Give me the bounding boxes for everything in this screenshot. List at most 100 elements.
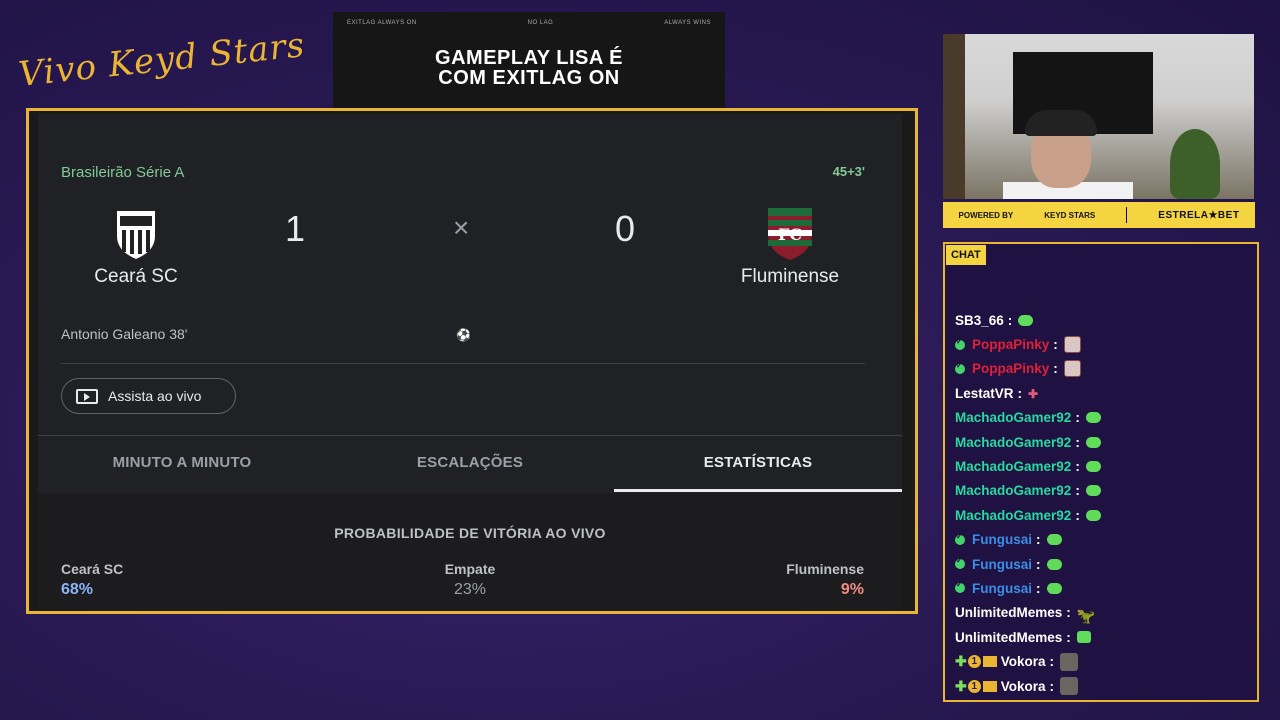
chat-username[interactable]: UnlimitedMemes: [955, 630, 1062, 645]
chat-username[interactable]: UnlimitedMemes: [955, 605, 1062, 620]
score-separator: ×: [453, 212, 470, 243]
chat-message: UnlimitedMemes:: [955, 625, 1250, 649]
tab-estatisticas[interactable]: ESTATÍSTICAS: [614, 436, 902, 492]
away-team-name[interactable]: Fluminense: [710, 266, 870, 288]
ad-title-line2: COM EXITLAG ON: [438, 67, 620, 89]
fluminense-crest-icon[interactable]: FC: [760, 202, 820, 262]
sponsor-bar: POWERED BY KEYD STARS ESTRELA★BET: [943, 202, 1255, 228]
chat-emote-icon: [1085, 436, 1101, 448]
chat-username[interactable]: Fungusai: [972, 581, 1032, 596]
cam-person-cap: [1025, 110, 1097, 136]
ad-tagline-right: ALWAYS WINS: [664, 20, 711, 26]
chat-message: LestatVR: ✚: [955, 381, 1250, 405]
match-tabs: MINUTO A MINUTO ESCALAÇÕES ESTATÍSTICAS: [38, 435, 902, 492]
competition-name[interactable]: Brasileirão Série A: [61, 164, 184, 181]
ad-tagline-middle: NO LAG: [527, 20, 554, 26]
divider: [61, 363, 865, 364]
chat-username[interactable]: Vokora: [1001, 654, 1046, 669]
chat-separator: :: [1066, 605, 1071, 621]
match-time: 45+3': [832, 164, 865, 179]
cam-plant: [1170, 129, 1220, 199]
chat-message: Fungusai:: [955, 576, 1250, 600]
chat-separator: :: [1075, 410, 1080, 426]
verified-check-icon: [955, 361, 965, 374]
exitlag-ad-banner: EXITLAG ALWAYS ON NO LAG ALWAYS WINS GAM…: [333, 12, 725, 108]
chat-label: CHAT: [946, 245, 986, 265]
chat-username[interactable]: MachadoGamer92: [955, 483, 1071, 498]
tab-minuto-a-minuto[interactable]: MINUTO A MINUTO: [38, 436, 326, 492]
webcam-feed: [943, 34, 1254, 199]
chat-username[interactable]: SB3_66: [955, 313, 1004, 328]
ceara-crest-icon[interactable]: [106, 202, 166, 262]
keyd-stars-signature: Vivo Keyd Stars: [16, 25, 307, 95]
chat-message: MachadoGamer92:: [955, 430, 1250, 454]
chat-separator: :: [1066, 629, 1071, 645]
chat-separator: :: [1075, 459, 1080, 475]
chat-message: MachadoGamer92:: [955, 503, 1250, 527]
keyd-stars-logo: KEYD STARS: [1044, 210, 1096, 220]
ad-title: GAMEPLAY LISA É COM EXITLAG ON: [333, 48, 725, 88]
draw-probability: Empate 23%: [38, 561, 902, 599]
chat-separator: :: [1053, 337, 1058, 353]
verified-check-icon: [955, 532, 965, 545]
chat-message: MachadoGamer92:: [955, 406, 1250, 430]
draw-probability-label: Empate: [444, 561, 496, 577]
chat-message: ✚ 1 Vokora:: [955, 649, 1250, 673]
ad-tagline-left: EXITLAG ALWAYS ON: [347, 20, 417, 26]
chat-emote-icon: [1085, 461, 1101, 473]
chat-message: PoppaPinky:: [955, 357, 1250, 381]
stats-section: PROBABILIDADE DE VITÓRIA AO VIVO Ceará S…: [38, 493, 902, 610]
chat-separator: :: [1036, 532, 1041, 548]
chat-emote-icon: [1085, 485, 1101, 497]
crown-badge-icon: [982, 680, 997, 692]
chat-message: UnlimitedMemes: 🦖: [955, 601, 1250, 625]
chat-username[interactable]: MachadoGamer92: [955, 410, 1071, 425]
chat-separator: :: [1036, 556, 1041, 572]
tier-one-badge-icon: 1: [967, 655, 981, 669]
chat-emote-icon: [1046, 558, 1062, 570]
draw-probability-value: 23%: [453, 581, 487, 598]
chat-emote-icon: [1046, 534, 1062, 546]
match-panel: Brasileirão Série A 45+3' Ceará SC 1 × 0…: [38, 114, 902, 610]
chat-message: MachadoGamer92:: [955, 479, 1250, 503]
ad-tagline-row: EXITLAG ALWAYS ON NO LAG ALWAYS WINS: [333, 12, 725, 26]
chat-username[interactable]: Fungusai: [972, 557, 1032, 572]
chat-username[interactable]: MachadoGamer92: [955, 459, 1071, 474]
chat-message: SB3_66:: [955, 308, 1250, 332]
chat-separator: :: [1049, 678, 1055, 694]
chat-username[interactable]: MachadoGamer92: [955, 508, 1071, 523]
chat-username[interactable]: MachadoGamer92: [955, 435, 1071, 450]
home-score: 1: [285, 208, 306, 249]
tab-escalacoes[interactable]: ESCALAÇÕES: [326, 436, 614, 492]
chat-separator: :: [1049, 654, 1055, 670]
goal-scorer: Antonio Galeano 38': [61, 326, 188, 342]
chat-emote-icon: [1018, 314, 1034, 326]
win-probability-title: PROBABILIDADE DE VITÓRIA AO VIVO: [334, 525, 606, 541]
chat-badges: ✚ 1: [955, 653, 997, 670]
chat-emote-icon: [1063, 360, 1081, 378]
away-probability: Fluminense 9%: [786, 561, 864, 599]
chat-emote-icon: [1085, 509, 1101, 521]
watch-live-label: Assista ao vivo: [108, 388, 202, 404]
chat-username[interactable]: PoppaPinky: [972, 361, 1049, 376]
chat-username[interactable]: LestatVR: [955, 386, 1014, 401]
estrela-bet-logo: ESTRELA★BET: [1158, 209, 1240, 221]
chat-emote-icon: [1060, 652, 1078, 671]
chat-emote-icon: 🦖: [1076, 607, 1096, 625]
chat-username[interactable]: Fungusai: [972, 532, 1032, 547]
chat-username[interactable]: PoppaPinky: [972, 337, 1049, 352]
chat-emote-icon: [1060, 677, 1078, 696]
chat-message: PoppaPinky:: [955, 332, 1250, 356]
chat-emote-icon: [1046, 582, 1062, 594]
watch-live-button[interactable]: Assista ao vivo: [61, 378, 236, 414]
svg-text:FC: FC: [778, 225, 802, 244]
chat-message: MachadoGamer92:: [955, 454, 1250, 478]
verified-check-icon: [955, 580, 965, 594]
home-team-name[interactable]: Ceará SC: [56, 266, 216, 288]
chat-username[interactable]: Vokora: [1001, 679, 1046, 694]
away-probability-value: 9%: [840, 581, 864, 598]
away-probability-label: Fluminense: [786, 561, 864, 577]
chat-separator: :: [1007, 312, 1013, 328]
sponsor-divider: [1126, 207, 1128, 223]
chat-message: Fungusai:: [955, 552, 1250, 576]
